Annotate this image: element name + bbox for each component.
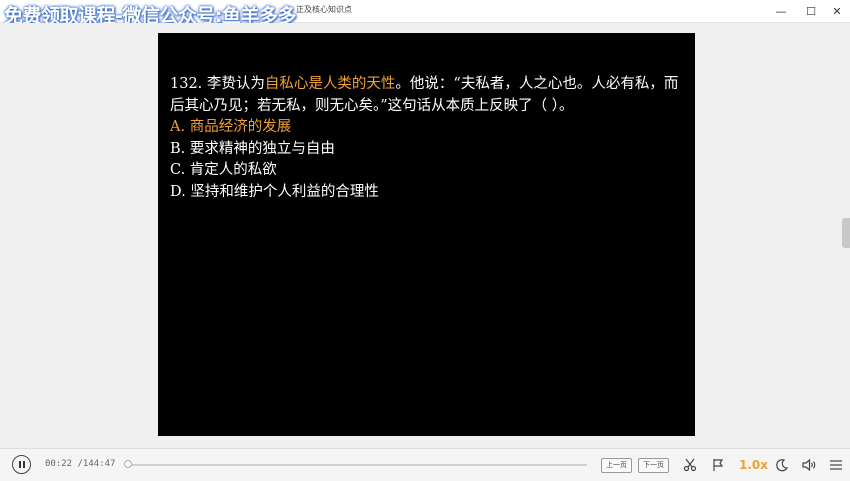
next-page-button[interactable]: 下一页 xyxy=(638,458,669,473)
side-panel-toggle[interactable] xyxy=(842,218,850,248)
option-a: A. 商品经济的发展 xyxy=(170,119,292,135)
time-display: 00:22 /144:47 xyxy=(45,459,115,469)
question-highlight: 自私心是人类的天性 xyxy=(264,76,396,92)
total-time: /144:47 xyxy=(77,459,116,469)
video-slide[interactable]: 132. 李贽认为自私心是人类的天性。他说：“夫私者，人之心也。人必有私，而后其… xyxy=(158,33,695,436)
option-b: B. 要求精神的独立与自由 xyxy=(170,140,335,157)
question-prefix: 132. 李贽认为 xyxy=(170,76,265,92)
video-stage: 132. 李贽认为自私心是人类的天性。他说：“夫私者，人之心也。人必有私，而后其… xyxy=(0,23,850,448)
volume-icon[interactable] xyxy=(800,456,818,474)
question-text: 132. 李贽认为自私心是人类的天性。他说：“夫私者，人之心也。人必有私，而后其… xyxy=(170,74,685,203)
flag-icon[interactable] xyxy=(709,456,727,474)
scissors-icon[interactable] xyxy=(681,456,699,474)
option-d: D. 坚持和维护个人利益的合理性 xyxy=(170,183,379,200)
current-time: 00:22 xyxy=(45,459,73,469)
sleep-moon-icon[interactable] xyxy=(773,456,791,474)
document-title: 正及核心知识点 xyxy=(296,5,352,14)
prev-page-button[interactable]: 上一页 xyxy=(601,458,632,473)
progress-bar[interactable] xyxy=(124,460,587,468)
progress-handle[interactable] xyxy=(124,460,133,468)
title-bar: 免费领取课程-微信公众号:鱼羊多多 正及核心知识点 — ☐ ✕ xyxy=(0,0,850,27)
menu-icon[interactable] xyxy=(827,456,845,474)
player-controls: 00:22 /144:47 上一页 下一页 1.0x xyxy=(0,448,850,481)
minimize-button[interactable]: — xyxy=(766,0,796,22)
close-button[interactable]: ✕ xyxy=(822,0,850,22)
pause-icon[interactable] xyxy=(12,455,31,474)
option-c: C. 肯定人的私欲 xyxy=(170,162,277,178)
playback-speed[interactable]: 1.0x xyxy=(739,458,768,472)
